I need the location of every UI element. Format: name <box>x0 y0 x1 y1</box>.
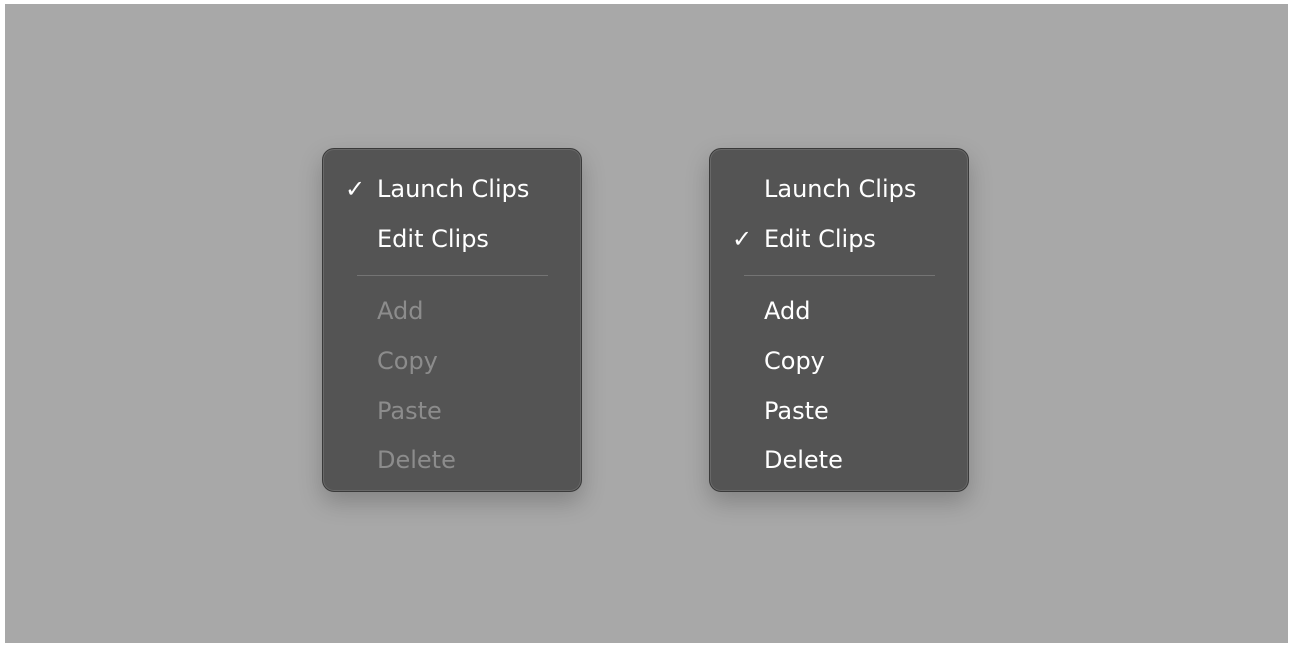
menu-item-label: Copy <box>764 347 825 375</box>
menu-item-edit-clips[interactable]: ✓ Edit Clips <box>710 222 968 256</box>
menu-separator <box>357 275 548 276</box>
menu-item-copy[interactable]: Copy <box>710 344 968 378</box>
menu-item-delete[interactable]: Delete <box>710 443 968 477</box>
checkmark-icon: ✓ <box>732 225 753 253</box>
menu-item-label: Delete <box>764 446 843 474</box>
checkmark-icon: ✓ <box>345 175 366 203</box>
menu-item-launch-clips[interactable]: ✓ Launch Clips <box>323 172 581 206</box>
clips-mode-menu-edit: Launch Clips ✓ Edit Clips Add Copy Paste… <box>709 148 969 492</box>
menu-item-paste: Paste <box>323 394 581 428</box>
menu-item-label: Launch Clips <box>377 175 530 203</box>
menu-item-edit-clips[interactable]: Edit Clips <box>323 222 581 256</box>
menu-item-label: Edit Clips <box>377 225 489 253</box>
menu-item-label: Copy <box>377 347 438 375</box>
menu-item-label: Edit Clips <box>764 225 876 253</box>
menu-item-label: Launch Clips <box>764 175 917 203</box>
menu-item-add[interactable]: Add <box>710 294 968 328</box>
menu-item-label: Add <box>764 297 811 325</box>
menu-item-delete: Delete <box>323 443 581 477</box>
menu-separator <box>744 275 935 276</box>
menu-item-paste[interactable]: Paste <box>710 394 968 428</box>
background: ✓ Launch Clips Edit Clips Add Copy Paste… <box>5 4 1288 643</box>
menu-item-launch-clips[interactable]: Launch Clips <box>710 172 968 206</box>
menu-item-label: Delete <box>377 446 456 474</box>
menu-item-copy: Copy <box>323 344 581 378</box>
clips-mode-menu-launch: ✓ Launch Clips Edit Clips Add Copy Paste… <box>322 148 582 492</box>
menu-item-label: Paste <box>377 397 442 425</box>
menu-item-label: Add <box>377 297 424 325</box>
menu-item-label: Paste <box>764 397 829 425</box>
menu-item-add: Add <box>323 294 581 328</box>
